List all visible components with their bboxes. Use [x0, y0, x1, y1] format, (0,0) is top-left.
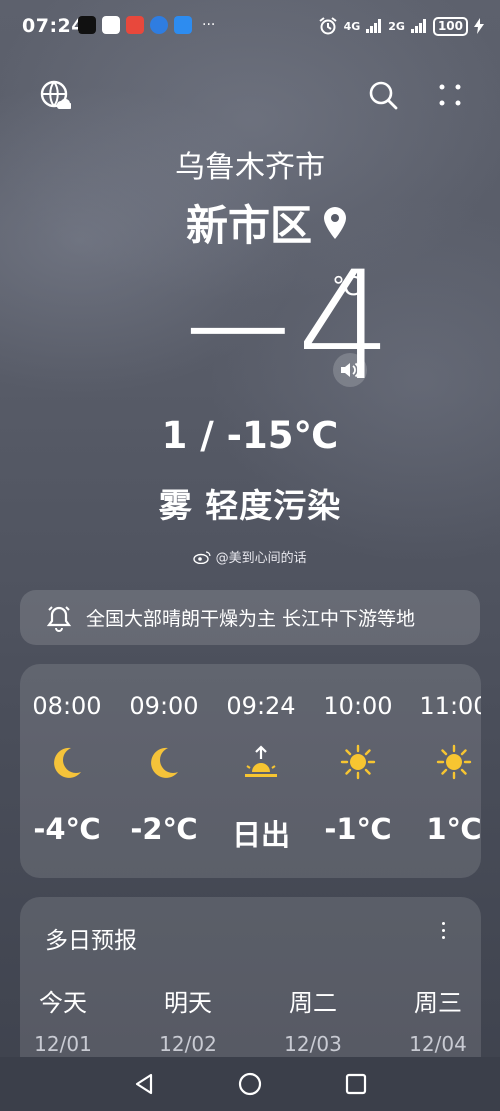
hourly-item: 10:00 -1℃ — [310, 664, 406, 878]
tiktok-icon — [78, 16, 96, 34]
charging-icon — [474, 18, 484, 34]
weibo-icon — [193, 551, 212, 565]
status-bar: 07:24 ··· 4G 2G 100 — [0, 0, 500, 52]
forecast-day[interactable]: 明天 12/02 — [138, 983, 238, 1056]
home-circle-icon — [238, 1072, 262, 1096]
hourly-item: 09:00 -2℃ — [116, 664, 212, 878]
temperature-range: 1 / -15℃ — [161, 414, 339, 457]
day-date: 12/03 — [284, 1032, 342, 1056]
hour-temperature: 1℃ — [426, 812, 481, 846]
day-date: 12/04 — [409, 1032, 467, 1056]
back-triangle-icon — [135, 1073, 153, 1095]
hour-time: 11:00 — [419, 692, 481, 720]
search-button[interactable] — [366, 78, 400, 112]
status-indicators: 4G 2G 100 — [318, 16, 484, 36]
credit-text: @美到心间的话 — [215, 551, 307, 566]
more-dots-icon — [439, 84, 461, 106]
voice-broadcast-button[interactable] — [333, 353, 367, 387]
watermark-credit: @美到心间的话 — [0, 547, 500, 566]
hour-temperature: -2℃ — [130, 812, 198, 846]
hour-time: 09:24 — [226, 692, 296, 720]
weather-news-banner[interactable]: 全国大部晴朗干燥为主 长江中下游等地 — [20, 590, 480, 645]
hourly-forecast-card[interactable]: 08:00 -4℃ 09:00 -2℃ 09:24 日出 10:00 -1℃ 1… — [20, 664, 481, 878]
moon-icon — [151, 747, 178, 778]
weather-condition: 雾 轻度污染 — [158, 486, 342, 525]
system-navigation-bar — [0, 1057, 500, 1111]
sunrise-icon — [245, 745, 277, 777]
city-manager-button[interactable] — [38, 78, 72, 112]
browser-app-icon — [150, 16, 168, 34]
back-button[interactable] — [131, 1071, 157, 1097]
cloud-app-icon — [174, 16, 192, 34]
signal-4g-label: 4G — [343, 19, 361, 33]
forecast-more-button[interactable] — [433, 917, 453, 943]
forecast-day[interactable]: 今天 12/01 — [20, 983, 113, 1056]
hourly-item: 11:00 1℃ — [406, 664, 481, 878]
hour-temperature: -1℃ — [324, 812, 392, 846]
day-name: 周二 — [289, 989, 337, 1017]
alert-bell-icon — [46, 605, 72, 632]
search-icon — [369, 81, 398, 110]
hourly-item: 08:00 -4℃ — [20, 664, 115, 878]
recents-button[interactable] — [343, 1071, 369, 1097]
signal-bars-icon — [366, 19, 382, 33]
hour-time: 10:00 — [323, 692, 393, 720]
hour-temperature: -4℃ — [33, 812, 101, 846]
day-name: 明天 — [164, 989, 212, 1017]
location-pin-icon — [324, 206, 346, 239]
temperature-unit: ℃ — [332, 272, 362, 302]
more-options-button[interactable] — [433, 78, 467, 112]
multi-day-forecast-card: 多日预报 今天 12/01 明天 12/02 周二 12/03 周三 12/04 — [20, 897, 481, 1077]
signal-bars-icon — [410, 19, 426, 33]
forecast-title: 多日预报 — [45, 928, 137, 954]
alert-text: 全国大部晴朗干燥为主 长江中下游等地 — [86, 608, 416, 630]
alarm-icon — [318, 17, 337, 35]
hour-temperature: 日出 — [231, 818, 290, 852]
day-name: 今天 — [39, 989, 87, 1017]
forecast-day[interactable]: 周二 12/03 — [263, 983, 363, 1056]
day-name: 周三 — [414, 989, 462, 1017]
sun-icon — [340, 744, 376, 780]
notification-icons: ··· — [78, 16, 215, 34]
home-button[interactable] — [237, 1071, 263, 1097]
hour-time: 09:00 — [129, 692, 199, 720]
moon-icon — [54, 747, 81, 778]
hourly-item: 09:24 日出 — [213, 664, 309, 878]
hour-time: 08:00 — [32, 692, 102, 720]
speaker-icon — [341, 362, 360, 378]
day-date: 12/02 — [159, 1032, 217, 1056]
battery-level: 100 — [432, 16, 468, 36]
globe-cloud-icon — [40, 80, 71, 110]
shopping-app-icon — [126, 16, 144, 34]
day-date: 12/01 — [34, 1032, 92, 1056]
recents-square-icon — [345, 1073, 367, 1095]
city-name: 乌鲁木齐市 — [175, 150, 325, 185]
signal-2g-label: 2G — [388, 19, 405, 33]
more-notifications-icon: ··· — [202, 17, 216, 33]
forecast-day[interactable]: 周三 12/04 — [388, 983, 481, 1056]
status-time: 07:24 — [22, 15, 85, 37]
sun-icon — [436, 744, 472, 780]
qq-icon — [102, 16, 120, 34]
